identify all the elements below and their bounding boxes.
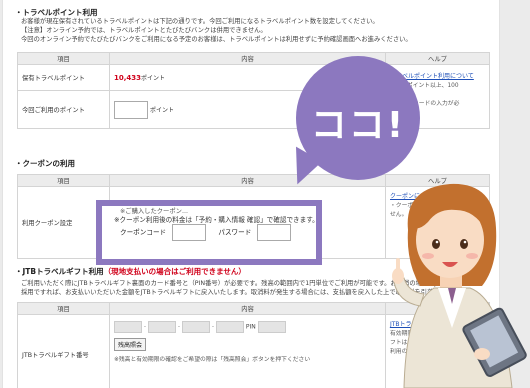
jtb-gift-title: ・JTBトラベルギフト利用 bbox=[15, 267, 104, 276]
callout-text: ココ! bbox=[310, 105, 406, 146]
gift-content-cell: - - - PIN 残高照会 ※残高と有効期限の確認をご希望の際は「残高照会」ボ… bbox=[109, 314, 386, 388]
travel-points-note-1: お客様が現在保有されているトラベルポイントは下記の通りです。今回ご利用になるトラ… bbox=[21, 18, 379, 25]
jtb-gift-title-row: ・JTBトラベルギフト利用（現地支払いの場合はご利用できません） bbox=[15, 266, 246, 277]
coupon-highlight-box: ※ご購入したクーポン... ※クーポン利用後の料金は「予約・購入情報 確認」で確… bbox=[96, 200, 322, 265]
use-points-input[interactable] bbox=[114, 100, 148, 119]
gift-number-input-2[interactable] bbox=[147, 321, 176, 333]
coupon-code-input[interactable] bbox=[172, 224, 207, 241]
coupon-title: ・クーポンの利用 bbox=[15, 159, 75, 168]
gift-number-fields: - - - PIN bbox=[114, 321, 381, 333]
gift-col-item: 項目 bbox=[17, 302, 110, 315]
guide-woman-illustration bbox=[392, 183, 527, 388]
col-header-item: 項目 bbox=[17, 52, 110, 65]
page: ・トラベルポイント利用 お客様が現在保有されているトラベルポイントは下記の通りで… bbox=[0, 0, 530, 388]
jtb-gift-title-note: （現地支払いの場合はご利用できません） bbox=[103, 267, 246, 276]
gift-col-content: 内容 bbox=[109, 302, 386, 315]
coupon-password-input[interactable] bbox=[257, 224, 292, 241]
col-header-help: ヘルプ bbox=[385, 52, 490, 65]
use-points-label: 今回ご利用のポイント bbox=[17, 90, 110, 129]
gift-row-label: JTBトラベルギフト番号 bbox=[17, 314, 110, 388]
held-points-label: 保有トラベルポイント bbox=[17, 64, 110, 91]
gift-footnote: ※残高と有効期限の確認をご希望の際は「残高照会」ボタンを押下ください bbox=[114, 357, 311, 363]
travel-points-note-2: 【注意】オンライン予約では、トラベルポイントとたびたびバンクは併用できません。 bbox=[21, 27, 267, 34]
coupon-code-label: クーポンコード bbox=[120, 228, 167, 237]
gift-balance-row: 残高照会 bbox=[114, 338, 381, 351]
gift-number-input-1[interactable] bbox=[114, 321, 142, 333]
coupon-note-2: ※クーポン利用後の料金は「予約・購入情報 確認」で確認できます。 bbox=[114, 216, 319, 224]
held-points-unit: ポイント bbox=[141, 75, 166, 82]
gift-pin-label: PIN bbox=[245, 323, 256, 331]
coupon-input-row: クーポンコード パスワード bbox=[120, 224, 301, 241]
coupon-col-item: 項目 bbox=[17, 174, 110, 187]
coupon-password-label: パスワード bbox=[218, 228, 252, 237]
gift-pin-input[interactable] bbox=[257, 321, 286, 333]
travel-points-note-3: 今回のオンライン予約でたびたびバンクをご利用になる予定のお客様は、トラベルポイン… bbox=[21, 36, 412, 43]
held-points-value: 10,433 bbox=[114, 74, 142, 82]
gift-number-input-4[interactable] bbox=[215, 321, 244, 333]
balance-check-button[interactable]: 残高照会 bbox=[114, 338, 147, 351]
use-points-unit: ポイント bbox=[150, 106, 175, 114]
gift-number-input-3[interactable] bbox=[181, 321, 210, 333]
